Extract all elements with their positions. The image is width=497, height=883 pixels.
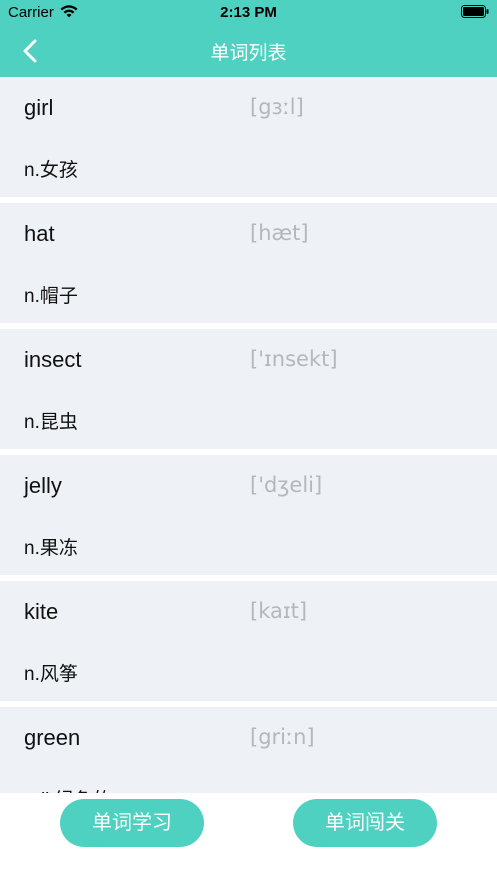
word-study-button[interactable]: 单词学习 <box>60 799 204 847</box>
word-meaning: n.帽子 <box>24 286 78 307</box>
word-card[interactable]: insect ['ɪnsekt] n.昆虫 <box>0 329 497 449</box>
word-text: girl <box>24 95 54 120</box>
word-meaning: n.昆虫 <box>24 412 78 433</box>
status-bar: Carrier 2:13 PM <box>0 0 497 26</box>
word-phonetic: [kaɪt] <box>250 599 308 623</box>
page-title: 单词列表 <box>210 43 287 64</box>
word-text: green <box>24 725 81 750</box>
bottom-action-bar: 单词学习 单词闯关 <box>0 793 497 883</box>
word-text: kite <box>24 599 59 624</box>
word-list[interactable]: girl [gɜːl] n.女孩 hat [hæt] n.帽子 insect [… <box>0 77 497 793</box>
word-challenge-button[interactable]: 单词闯关 <box>293 799 437 847</box>
word-phonetic: ['dʒeli] <box>250 473 323 497</box>
word-meaning: adj.绿色的 <box>24 785 112 793</box>
word-card[interactable]: hat [hæt] n.帽子 <box>0 203 497 323</box>
word-phonetic: ['ɪnsekt] <box>250 347 338 371</box>
status-time: 2:13 PM <box>220 4 277 21</box>
word-meaning: n.果冻 <box>24 538 78 559</box>
word-text: jelly <box>24 473 62 498</box>
word-card[interactable]: kite [kaɪt] n.风筝 <box>0 581 497 701</box>
word-meaning: n.女孩 <box>24 160 78 181</box>
word-phonetic: [griːn] <box>250 725 315 749</box>
word-phonetic: [gɜːl] <box>250 95 304 119</box>
word-text: hat <box>24 221 55 246</box>
word-card[interactable]: green [griːn] adj.绿色的 <box>0 707 497 793</box>
word-phonetic: [hæt] <box>250 221 309 245</box>
word-meaning: n.风筝 <box>24 664 78 685</box>
word-card[interactable]: jelly ['dʒeli] n.果冻 <box>0 455 497 575</box>
battery-icon <box>461 5 489 18</box>
nav-header: Carrier 2:13 PM 单词列表 <box>0 0 497 77</box>
word-text: insect <box>24 347 82 372</box>
word-card[interactable]: girl [gɜːl] n.女孩 <box>0 77 497 197</box>
